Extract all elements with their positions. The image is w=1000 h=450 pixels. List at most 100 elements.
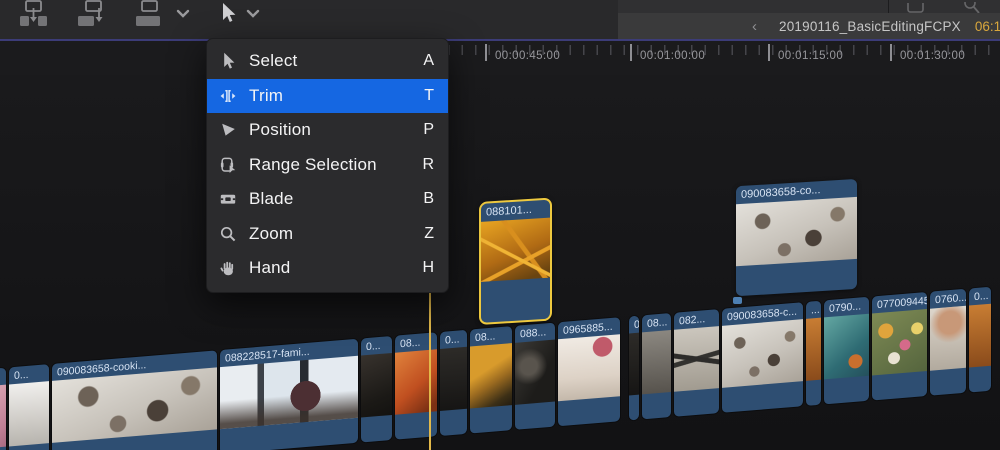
clip-thumbnail <box>969 304 991 368</box>
clip-thumbnail <box>872 309 927 376</box>
clip-audio-area <box>674 388 719 417</box>
trim-icon <box>217 86 239 106</box>
toolbar-divider <box>888 0 889 13</box>
clip-audio-area <box>515 402 555 430</box>
menu-item-shortcut: T <box>424 87 434 105</box>
menu-item-label: Hand <box>249 258 422 278</box>
clip-088228517-fami[interactable]: 088228517-fami... <box>220 339 358 450</box>
clip-thumbnail <box>9 381 49 446</box>
playhead[interactable] <box>429 289 431 450</box>
clip-thumbnail <box>515 340 555 405</box>
range-selection-icon <box>217 155 239 175</box>
clip-audio-area <box>470 405 512 433</box>
clip-connection-marker <box>733 297 742 304</box>
timeline-canvas[interactable]: 0...090083658-cooki...088228517-fami...0… <box>0 75 1000 450</box>
hand-icon <box>217 258 239 278</box>
clip-name-label: 0... <box>969 287 991 306</box>
menu-item-position[interactable]: PositionP <box>207 113 448 148</box>
clip-thumbnail <box>470 343 512 408</box>
clip-thumbnail <box>722 319 803 388</box>
clip-090083658-cooki[interactable]: 090083658-cooki... <box>52 350 217 450</box>
clip-thumbnail <box>558 334 620 401</box>
project-title-bar: ‹ 20190116_BasicEditingFCPX 06:12 / <box>618 13 1000 39</box>
fcpx-timeline-window: 0...090083658-cooki...088228517-fami...0… <box>0 0 1000 450</box>
clip-thumbnail <box>736 197 857 266</box>
clip-0[interactable]: 0... <box>361 336 392 443</box>
zoom-icon <box>217 224 239 244</box>
menu-item-label: Range Selection <box>249 155 422 175</box>
menu-item-range-selection[interactable]: Range SelectionR <box>207 148 448 183</box>
ruler-timecode-label: 00:01:15:00 <box>778 50 843 62</box>
clip-audio-area <box>558 396 620 426</box>
append-clip-icon[interactable] <box>132 0 172 32</box>
blade-icon <box>217 189 239 209</box>
clip-audio-area <box>806 380 821 406</box>
edit-toolbar <box>0 0 618 39</box>
menu-item-hand[interactable]: HandH <box>207 251 448 286</box>
ruler-major-tick <box>630 44 632 61</box>
menu-item-blade[interactable]: BladeB <box>207 182 448 217</box>
upper-toolbar-strip <box>618 0 1000 13</box>
clip-clip[interactable] <box>0 368 6 450</box>
menu-item-shortcut: Z <box>424 225 434 243</box>
menu-item-zoom[interactable]: ZoomZ <box>207 217 448 252</box>
clip-0[interactable]: 0... <box>9 364 49 450</box>
clip-0965885[interactable]: 0965885... <box>558 317 620 426</box>
clip-audio-area <box>872 371 927 401</box>
clip-thumbnail <box>674 326 719 392</box>
clip-088101[interactable]: 088101... <box>479 198 552 325</box>
clip-082[interactable]: 082... <box>674 309 719 417</box>
connected-clips-layer: 088101... 090083658-co... <box>479 178 879 332</box>
connect-clip-icon[interactable] <box>14 0 54 32</box>
ruler-major-tick <box>890 44 892 61</box>
clip-thumbnail <box>824 314 869 380</box>
clip-0760[interactable]: 0760... <box>930 289 966 396</box>
append-options-chevron-icon[interactable] <box>176 0 190 32</box>
clip-thumbnail <box>481 218 550 282</box>
clip-0[interactable]: 0... <box>969 287 991 393</box>
clip-08[interactable]: 08... <box>470 326 512 433</box>
clip-clip[interactable]: ... <box>806 301 821 406</box>
clip-audio-area <box>361 415 392 443</box>
clip-thumbnail <box>0 385 6 448</box>
menu-item-shortcut: R <box>422 156 434 174</box>
tools-menu: SelectATrimTPositionPRange SelectionRBla… <box>206 38 449 293</box>
menu-item-label: Select <box>249 51 423 71</box>
position-icon <box>217 120 239 140</box>
ruler-timecode-label: 00:00:45:00 <box>495 50 560 62</box>
menu-item-shortcut: H <box>422 259 434 277</box>
clip-audio-area <box>722 381 803 413</box>
clip-0790[interactable]: 0790... <box>824 297 869 405</box>
clip-0770094451[interactable]: 0770094451... <box>872 292 927 401</box>
clip-audio-area <box>969 366 991 393</box>
clip-thumbnail <box>220 356 358 429</box>
menu-item-label: Blade <box>249 189 423 209</box>
clip-audio-area <box>642 392 671 419</box>
menu-item-shortcut: B <box>423 190 434 208</box>
clip-08[interactable]: 08... <box>642 313 671 419</box>
clip-090083658-c[interactable]: 090083658-c... <box>722 302 803 413</box>
timecode-ruler[interactable]: 00:00:45:0000:01:00:0000:01:15:0000:01:3… <box>0 41 1000 75</box>
tool-arrow-icon[interactable] <box>216 0 238 32</box>
menu-item-label: Zoom <box>249 224 424 244</box>
clip-0[interactable]: 0... <box>440 330 467 436</box>
clip-audio-area <box>736 259 857 296</box>
clip-thumbnail <box>361 353 392 418</box>
menu-item-select[interactable]: SelectA <box>207 44 448 79</box>
clip-audio-area <box>481 278 550 323</box>
menu-item-label: Trim <box>249 86 424 106</box>
clip-audio-area <box>629 395 639 421</box>
ruler-major-tick <box>768 44 770 61</box>
clip-088[interactable]: 088... <box>515 323 555 430</box>
menu-item-trim[interactable]: TrimT <box>207 79 448 114</box>
clip-thumbnail <box>642 330 671 394</box>
menu-item-shortcut: P <box>423 121 434 139</box>
clip-0[interactable]: 0... <box>629 316 639 421</box>
project-back-chevron-icon[interactable]: ‹ <box>752 18 757 35</box>
tools-menu-chevron-icon[interactable] <box>246 0 260 32</box>
clip-audio-area <box>440 409 467 436</box>
clip-090083658-co[interactable]: 090083658-co... <box>736 179 857 296</box>
menu-item-shortcut: A <box>423 52 434 70</box>
insert-clip-icon[interactable] <box>74 0 114 32</box>
project-title: 20190116_BasicEditingFCPX <box>779 19 961 34</box>
